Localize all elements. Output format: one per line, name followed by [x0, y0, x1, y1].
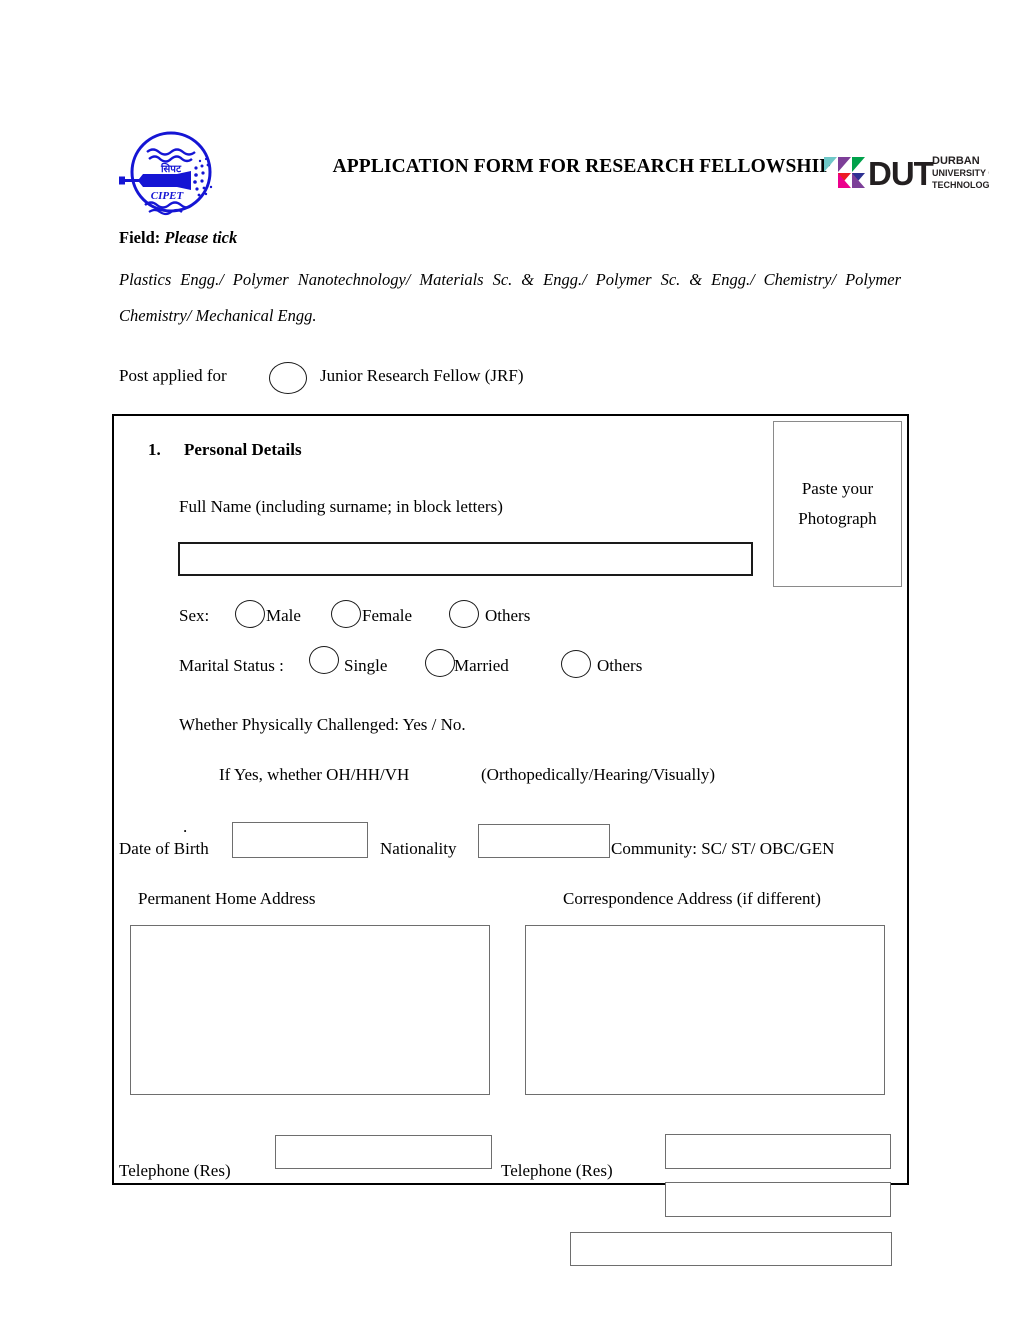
- svg-text:UNIVERSITY OF: UNIVERSITY OF: [932, 168, 989, 178]
- full-name-input[interactable]: [178, 542, 753, 576]
- if-yes-type-label: If Yes, whether OH/HH/VH: [219, 765, 410, 784]
- svg-text:सिपट: सिपट: [160, 162, 182, 175]
- marital-option-others: Others: [597, 656, 643, 675]
- svg-text:CIPET: CIPET: [151, 190, 185, 202]
- photo-box-line2: Photograph: [798, 509, 877, 528]
- telephone-res-input-right[interactable]: [665, 1134, 891, 1169]
- marital-radio-single[interactable]: [309, 646, 339, 674]
- permanent-address-label: Permanent Home Address: [138, 889, 316, 908]
- physically-challenged-label: Whether Physically Challenged: Yes / No.: [179, 715, 466, 734]
- sex-option-others: Others: [485, 606, 531, 625]
- stray-dot-mark: .: [183, 817, 188, 836]
- post-applied-radio-jrf[interactable]: [269, 362, 307, 394]
- nationality-label: Nationality: [380, 839, 457, 858]
- document-header: सिपट CIPET APPLICATION FORM FOR RESEARCH…: [112, 125, 1001, 220]
- telephone-res-input-left[interactable]: [275, 1135, 492, 1169]
- document-page: सिपट CIPET APPLICATION FORM FOR RESEARCH…: [0, 0, 1020, 1320]
- sex-radio-male[interactable]: [235, 600, 265, 628]
- sex-option-female: Female: [362, 606, 413, 625]
- svg-text:DUT: DUT: [868, 155, 934, 192]
- telephone-res-label-right: Telephone (Res): [501, 1161, 613, 1180]
- field-label-italic: Please tick: [164, 228, 238, 247]
- community-label: Community: SC/ ST/ OBC/GEN: [611, 839, 835, 858]
- marital-radio-married[interactable]: [425, 649, 455, 677]
- svg-text:TECHNOLOGY: TECHNOLOGY: [932, 180, 989, 190]
- marital-option-married: Married: [454, 656, 509, 675]
- field-label: Field: Please tick: [119, 228, 237, 248]
- svg-text:DURBAN: DURBAN: [932, 155, 980, 167]
- sex-radio-others[interactable]: [449, 600, 479, 628]
- sex-option-male: Male: [266, 606, 301, 625]
- post-applied-label: Post applied for: [119, 366, 227, 385]
- permanent-address-input[interactable]: [130, 925, 490, 1095]
- photo-box-line1: Paste your: [801, 479, 874, 499]
- extra-input-field-2[interactable]: [570, 1232, 892, 1266]
- section-number: 1.: [148, 440, 161, 459]
- sex-radio-female[interactable]: [331, 600, 361, 628]
- correspondence-address-input[interactable]: [525, 925, 885, 1095]
- marital-option-single: Single: [344, 656, 388, 675]
- post-applied-option-label: Junior Research Fellow (JRF): [320, 366, 524, 385]
- date-of-birth-input[interactable]: [232, 822, 368, 858]
- telephone-res-label-left: Telephone (Res): [119, 1161, 231, 1180]
- photo-paste-box[interactable]: Paste your Photograph: [773, 421, 902, 587]
- field-label-bold: Field:: [119, 228, 161, 247]
- section-title-personal-details: Personal Details: [184, 440, 302, 459]
- cipet-logo: सिपट CIPET: [117, 128, 225, 216]
- full-name-label: Full Name (including surname; in block l…: [179, 497, 503, 516]
- field-options-text: Plastics Engg./ Polymer Nanotechnology/ …: [119, 270, 901, 326]
- if-yes-type-expansion: (Orthopedically/Hearing/Visually): [481, 765, 716, 784]
- correspondence-address-label: Correspondence Address (if different): [563, 889, 821, 908]
- sex-label: Sex:: [179, 606, 210, 625]
- extra-input-field-1[interactable]: [665, 1182, 891, 1217]
- marital-radio-others[interactable]: [561, 650, 591, 678]
- date-of-birth-label: Date of Birth: [119, 839, 209, 858]
- dut-logo: DUT DURBAN UNIVERSITY OF TECHNOLOGY: [824, 147, 1001, 195]
- marital-status-label: Marital Status :: [179, 656, 284, 675]
- page-title: APPLICATION FORM FOR RESEARCH FELLOWSHIP: [332, 156, 832, 177]
- nationality-input[interactable]: [478, 824, 610, 858]
